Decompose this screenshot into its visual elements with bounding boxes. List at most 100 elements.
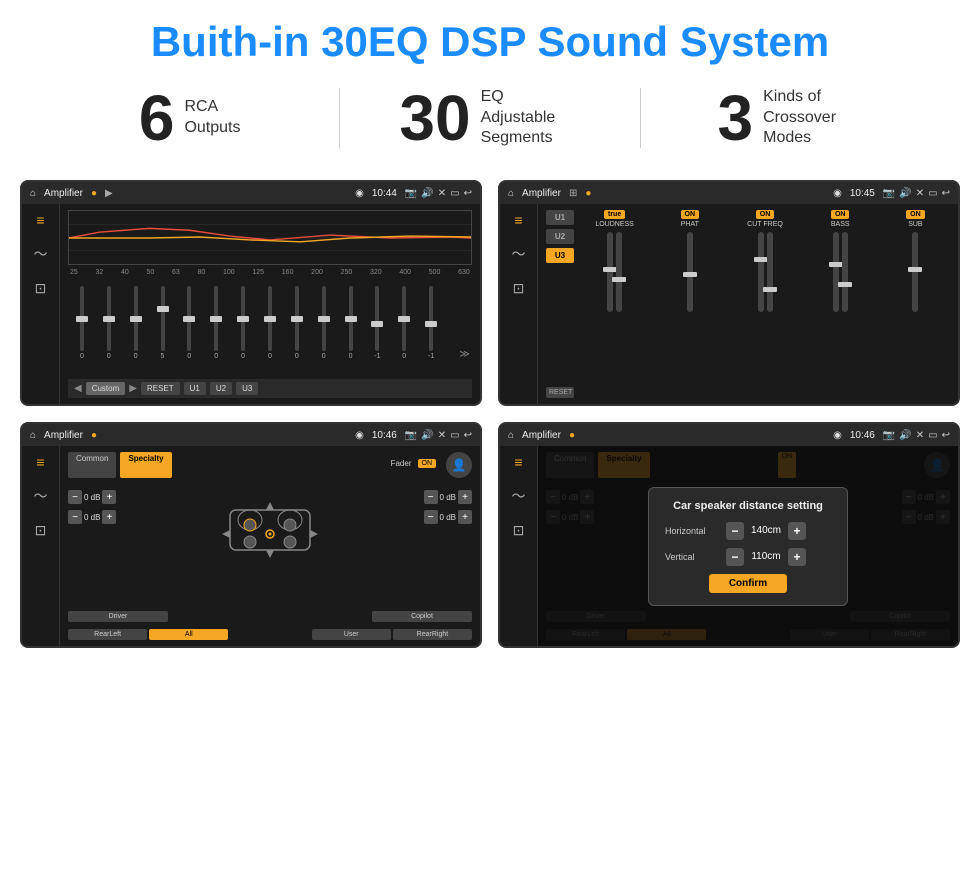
screen4-title: Amplifier: [522, 430, 561, 441]
horizontal-plus-btn[interactable]: +: [788, 522, 806, 540]
home-icon-2[interactable]: ⌂: [508, 188, 514, 199]
eq-bottom-bar: ◀ Custom ▶ RESET U1 U2 U3: [68, 379, 472, 398]
loudness-on[interactable]: true: [604, 210, 625, 219]
sub-on[interactable]: ON: [906, 210, 925, 219]
loudness-label: LOUDNESS: [595, 221, 634, 228]
screen2-time: 10:45: [850, 188, 875, 199]
btn-all[interactable]: All: [149, 629, 228, 640]
eq-reset-btn[interactable]: RESET: [141, 382, 180, 395]
screen2-title: Amplifier: [522, 188, 561, 199]
home-icon[interactable]: ⌂: [30, 188, 36, 199]
eq-next-arrow[interactable]: ▶: [129, 383, 137, 394]
wave-sidebar-icon[interactable]: 〜: [34, 244, 48, 264]
eq-u1-btn[interactable]: U1: [184, 382, 206, 395]
location-icon4: ◉: [833, 430, 842, 441]
fader-on-badge[interactable]: ON: [418, 459, 437, 468]
btn-driver[interactable]: Driver: [68, 611, 168, 622]
bass-on[interactable]: ON: [831, 210, 850, 219]
cutfreq-on[interactable]: ON: [756, 210, 775, 219]
eq-u3-btn[interactable]: U3: [236, 382, 258, 395]
speaker-sidebar-icon[interactable]: ⊡: [35, 280, 47, 297]
vol-controls-row: − 0 dB + − 0 dB +: [68, 490, 472, 560]
vertical-label: Vertical: [665, 552, 720, 562]
wave3-sidebar-icon[interactable]: 〜: [34, 486, 48, 506]
eq-u2-btn[interactable]: U2: [210, 382, 232, 395]
stats-row: 6 RCAOutputs 30 EQ AdjustableSegments 3 …: [0, 76, 980, 170]
btn-user[interactable]: User: [312, 629, 391, 640]
x-icon3: ✕: [438, 430, 446, 441]
preset-u3[interactable]: U3: [546, 248, 574, 263]
preset-u2[interactable]: U2: [546, 229, 574, 244]
vol-minus-fl[interactable]: −: [68, 490, 82, 504]
vol-plus-rr[interactable]: +: [458, 510, 472, 524]
screen-eq: ⌂ Amplifier ● ▶ ◉ 10:44 📷 🔊 ✕ ▭ ↩ ≡ 〜 ⊡: [20, 180, 482, 406]
screen2-topbar: ⌂ Amplifier ⊞ ● ◉ 10:45 📷 🔊 ✕ ▭ ↩: [500, 182, 958, 204]
play-icon: ▶: [105, 188, 113, 199]
back-icon4[interactable]: ↩: [942, 430, 950, 441]
stat-eq-number: 30: [399, 86, 470, 150]
eq2-sidebar-icon[interactable]: ≡: [514, 212, 522, 228]
vol-icon3: 🔊: [421, 430, 433, 441]
left-vol-controls: − 0 dB + − 0 dB +: [68, 490, 116, 560]
eq3-sidebar-icon[interactable]: ≡: [36, 454, 44, 470]
band-bass: ON BASS: [806, 210, 875, 398]
btn-rearright[interactable]: RearRight: [393, 629, 472, 640]
vol-plus-rl[interactable]: +: [102, 510, 116, 524]
vertical-stepper: − 110cm +: [726, 548, 806, 566]
win-icon4: ▭: [928, 430, 937, 441]
vol-plus-fr[interactable]: +: [458, 490, 472, 504]
back-icon[interactable]: ↩: [464, 188, 472, 199]
eq-slider-10: 0: [339, 286, 363, 360]
confirm-button[interactable]: Confirm: [709, 574, 787, 593]
amp2-reset-btn[interactable]: RESET: [546, 387, 574, 398]
eq-slider-13: -1: [419, 286, 443, 360]
x-icon4: ✕: [916, 430, 924, 441]
fader-label: Fader: [391, 459, 412, 468]
band-sub: ON SUB: [881, 210, 950, 398]
screen1-title: Amplifier: [44, 188, 83, 199]
eq-slider-6: 0: [231, 286, 255, 360]
wave2-sidebar-icon[interactable]: 〜: [512, 244, 526, 264]
distance-dialog: Car speaker distance setting Horizontal …: [648, 487, 848, 606]
stat-rca: 6 RCAOutputs: [40, 86, 339, 150]
wave4-sidebar-icon[interactable]: 〜: [512, 486, 526, 506]
eq-prev-arrow[interactable]: ◀: [74, 383, 82, 394]
dialog-overlay: Car speaker distance setting Horizontal …: [538, 446, 958, 646]
home-icon-4[interactable]: ⌂: [508, 430, 514, 441]
phat-on[interactable]: ON: [681, 210, 700, 219]
bass-label: BASS: [831, 221, 850, 228]
dot-icon2: ●: [585, 188, 591, 199]
vertical-minus-btn[interactable]: −: [726, 548, 744, 566]
fader-row: Fader ON: [391, 452, 442, 474]
btn-rearleft[interactable]: RearLeft: [68, 629, 147, 640]
tab-common[interactable]: Common: [68, 452, 116, 478]
eq4-sidebar-icon[interactable]: ≡: [514, 454, 522, 470]
speaker2-sidebar-icon[interactable]: ⊡: [513, 280, 525, 297]
back-icon2[interactable]: ↩: [942, 188, 950, 199]
vol-val-rl: 0 dB: [84, 513, 100, 522]
vol-minus-rl[interactable]: −: [68, 510, 82, 524]
speaker3-sidebar-icon[interactable]: ⊡: [35, 522, 47, 539]
screens-grid: ⌂ Amplifier ● ▶ ◉ 10:44 📷 🔊 ✕ ▭ ↩ ≡ 〜 ⊡: [0, 170, 980, 668]
vertical-plus-btn[interactable]: +: [788, 548, 806, 566]
stat-rca-label: RCAOutputs: [184, 97, 240, 139]
vol-plus-fl[interactable]: +: [102, 490, 116, 504]
eq-sidebar-icon[interactable]: ≡: [36, 212, 44, 228]
preset-u1[interactable]: U1: [546, 210, 574, 225]
tab-specialty[interactable]: Specialty: [120, 452, 171, 478]
eq-custom-btn[interactable]: Custom: [86, 382, 126, 395]
btn-copilot[interactable]: Copilot: [372, 611, 472, 622]
vol-minus-rr[interactable]: −: [424, 510, 438, 524]
eq-slider-8: 0: [285, 286, 309, 360]
screen1-sidebar: ≡ 〜 ⊡: [22, 204, 60, 404]
speaker4-sidebar-icon[interactable]: ⊡: [513, 522, 525, 539]
back-icon3[interactable]: ↩: [464, 430, 472, 441]
location-icon3: ◉: [355, 430, 364, 441]
screen4-topbar: ⌂ Amplifier ● ◉ 10:46 📷 🔊 ✕ ▭ ↩: [500, 424, 958, 446]
band-phat: ON PHAT: [655, 210, 724, 398]
home-icon-3[interactable]: ⌂: [30, 430, 36, 441]
horizontal-minus-btn[interactable]: −: [726, 522, 744, 540]
vol-minus-fr[interactable]: −: [424, 490, 438, 504]
eq-slider-1: 0: [97, 286, 121, 360]
stat-eq-label: EQ AdjustableSegments: [481, 87, 581, 149]
